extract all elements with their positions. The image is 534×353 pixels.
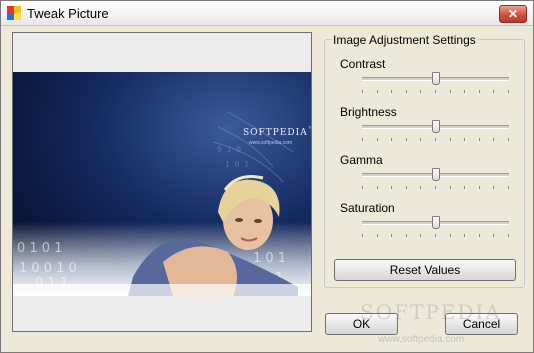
svg-text:1 0 0 1 0: 1 0 0 1 0 [19, 261, 77, 276]
group-title: Image Adjustment Settings [331, 33, 478, 47]
slider-tick [450, 186, 451, 189]
saturation-slider[interactable] [362, 216, 509, 229]
slider-tick [406, 186, 407, 189]
slider-tick [450, 234, 451, 237]
slider-tick [508, 138, 509, 141]
slider-tick [435, 138, 436, 141]
slider-tick [493, 234, 494, 237]
slider-tick [362, 90, 363, 93]
slider-tick [464, 90, 465, 93]
picture-brand-text: SOFTPEDIA™ [243, 126, 311, 138]
slider-tick [450, 138, 451, 141]
slider-tick [479, 90, 480, 93]
slider-tick [362, 234, 363, 237]
gamma-label: Gamma [340, 153, 383, 167]
softpedia-watermark-url: www.softpedia.com [378, 334, 465, 345]
picture-preview-frame: 0 1 0 1 0 1 0 1 0 1 0 1 1 0 0 1 0 0 1 1 … [12, 32, 312, 332]
brightness-label: Brightness [340, 105, 397, 119]
slider-tick [435, 234, 436, 237]
svg-text:1 0 1: 1 0 1 [253, 251, 286, 266]
slider-tick [362, 138, 363, 141]
slider-tick [464, 234, 465, 237]
softpedia-watermark: SOFTPEDIA [360, 300, 502, 324]
close-icon: ✕ [507, 7, 519, 21]
slider-tick [464, 138, 465, 141]
slider-tick [508, 234, 509, 237]
slider-tick [377, 234, 378, 237]
slider-tick [435, 186, 436, 189]
slider-tick [377, 90, 378, 93]
slider-tick [508, 90, 509, 93]
gamma-ticks [362, 186, 509, 189]
title-bar[interactable]: Tweak Picture ✕ [1, 1, 533, 26]
brightness-slider-thumb[interactable] [431, 120, 440, 133]
slider-tick [406, 234, 407, 237]
picture-preview: 0 1 0 1 0 1 0 1 0 1 0 1 1 0 0 1 0 0 1 1 … [13, 72, 311, 296]
contrast-slider[interactable] [362, 72, 509, 85]
svg-text:1 0 1: 1 0 1 [225, 160, 249, 169]
slider-tick [479, 186, 480, 189]
reset-values-button[interactable]: Reset Values [334, 259, 516, 281]
contrast-slider-thumb[interactable] [431, 72, 440, 85]
slider-tick [406, 90, 407, 93]
slider-tick [391, 90, 392, 93]
slider-tick [464, 186, 465, 189]
svg-text:0 1 0 1: 0 1 0 1 [17, 241, 62, 256]
contrast-label: Contrast [340, 57, 386, 71]
picture-url-text: www.softpedia.com [249, 140, 293, 146]
saturation-slider-thumb[interactable] [431, 216, 440, 229]
slider-tick [377, 138, 378, 141]
slider-tick [479, 138, 480, 141]
slider-tick [493, 186, 494, 189]
contrast-ticks [362, 90, 509, 93]
slider-tick [420, 186, 421, 189]
close-button[interactable]: ✕ [499, 5, 527, 23]
slider-tick [362, 186, 363, 189]
slider-tick [493, 90, 494, 93]
slider-tick [391, 186, 392, 189]
slider-tick [420, 234, 421, 237]
brightness-ticks [362, 138, 509, 141]
slider-tick [391, 138, 392, 141]
slider-tick [450, 90, 451, 93]
gamma-slider[interactable] [362, 168, 509, 181]
slider-tick [406, 138, 407, 141]
slider-tick [391, 234, 392, 237]
slider-tick [377, 186, 378, 189]
gamma-slider-thumb[interactable] [431, 168, 440, 181]
brightness-slider[interactable] [362, 120, 509, 133]
slider-tick [420, 90, 421, 93]
saturation-ticks [362, 234, 509, 237]
saturation-label: Saturation [340, 201, 395, 215]
slider-tick [493, 138, 494, 141]
window-title: Tweak Picture [27, 6, 109, 21]
slider-tick [420, 138, 421, 141]
app-icon [7, 6, 21, 20]
image-adjustment-settings-group: Image Adjustment Settings Contrast Brigh… [324, 33, 525, 288]
slider-tick [435, 90, 436, 93]
slider-tick [479, 234, 480, 237]
svg-text:0 1 0: 0 1 0 [217, 145, 241, 154]
slider-tick [508, 186, 509, 189]
